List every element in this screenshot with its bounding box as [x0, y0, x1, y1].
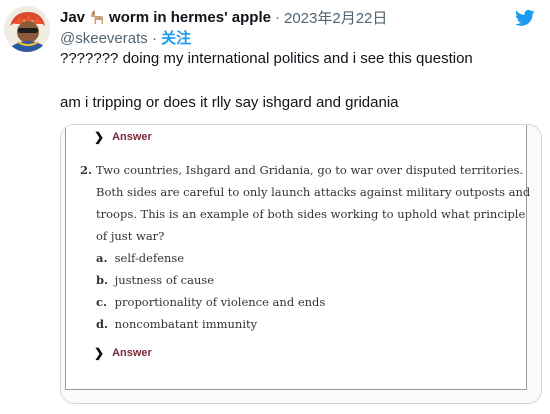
twitter-bird-icon[interactable]: [514, 8, 536, 28]
question-line: troops. This is an example of both sides…: [96, 207, 526, 221]
chevron-right-icon: ❯: [94, 346, 105, 360]
display-name[interactable]: Jav: [60, 9, 85, 26]
option-text: self-defense: [114, 251, 185, 265]
answer-label: Answer: [112, 347, 152, 359]
tweet-text-line-2: am i tripping or does it rlly say ishgar…: [60, 94, 399, 111]
follow-button[interactable]: 关注: [161, 30, 191, 47]
option-item: a. self-defense: [96, 251, 184, 265]
answer-toggle[interactable]: ❯ Answer: [94, 130, 152, 144]
avatar[interactable]: [4, 6, 50, 52]
display-name-suffix[interactable]: worm in hermes' apple: [109, 9, 271, 26]
option-letter: a.: [96, 251, 108, 265]
textbook-page: ❯ Answer 2. Two countries, Ishgard and G…: [65, 125, 531, 390]
chevron-right-icon: ❯: [94, 130, 105, 144]
tweet: Jav worm in hermes' apple · 2023年2月22日 @…: [0, 0, 550, 414]
tweet-date[interactable]: 2023年2月22日: [284, 7, 387, 28]
answer-label: Answer: [112, 131, 152, 143]
question-number: 2.: [80, 163, 93, 177]
tweet-text-line-1: ??????? doing my international politics …: [60, 50, 473, 67]
handle-line: @skeeverats · 关注: [60, 27, 191, 48]
option-letter: c.: [96, 295, 108, 309]
llama-emoji-icon: [89, 9, 105, 25]
avatar-image: [4, 6, 50, 52]
option-text: proportionality of violence and ends: [114, 295, 326, 309]
question-line: Both sides are careful to only launch at…: [96, 185, 531, 199]
option-item: d. noncombatant immunity: [96, 317, 257, 331]
option-text: justness of cause: [114, 273, 215, 287]
option-text: noncombatant immunity: [114, 317, 258, 331]
option-item: b. justness of cause: [96, 273, 214, 287]
option-letter: b.: [96, 273, 109, 287]
user-handle[interactable]: @skeeverats: [60, 30, 148, 47]
separator-dot: ·: [274, 8, 280, 26]
question-line: Two countries, Ishgard and Gridania, go …: [96, 163, 524, 177]
separator-dot: ·: [151, 30, 162, 47]
answer-toggle[interactable]: ❯ Answer: [94, 346, 152, 360]
question-line: of just war?: [96, 229, 165, 243]
option-item: c. proportionality of violence and ends: [96, 295, 325, 309]
option-letter: d.: [96, 317, 109, 331]
tweet-header: Jav worm in hermes' apple · 2023年2月22日: [60, 7, 387, 27]
tweet-media[interactable]: ❯ Answer 2. Two countries, Ishgard and G…: [60, 124, 542, 404]
